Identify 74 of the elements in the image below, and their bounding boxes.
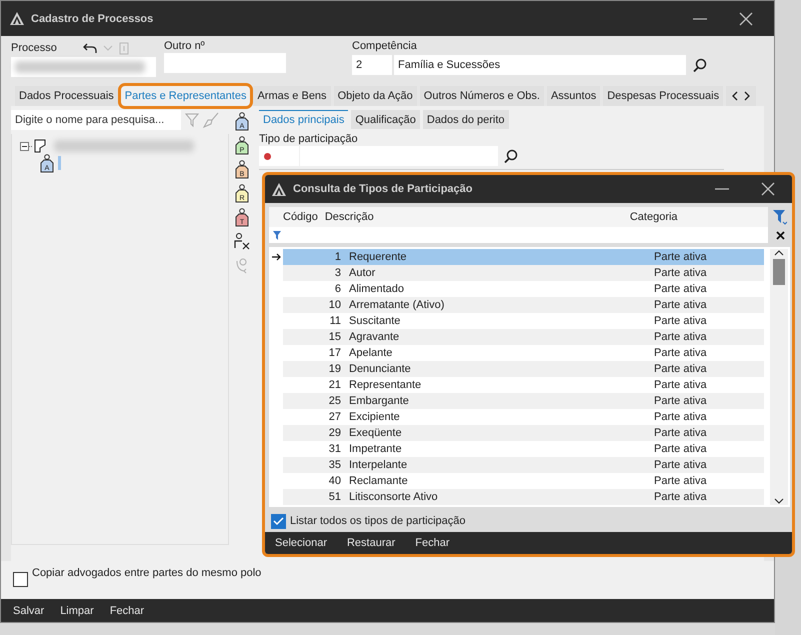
scroll-thumb[interactable] xyxy=(773,259,785,285)
other-number-field[interactable] xyxy=(164,53,286,73)
field-label: Outro nº xyxy=(164,40,206,52)
scrollbar[interactable] xyxy=(770,249,788,505)
table-row[interactable]: 27 Excipiente Parte ativa xyxy=(283,409,764,425)
footer-button[interactable]: Fechar xyxy=(409,534,456,551)
tab[interactable]: Objeto da Ação xyxy=(334,86,417,106)
folder-icon xyxy=(34,139,46,153)
field-label: Processo xyxy=(11,42,57,54)
process-number-field[interactable] xyxy=(11,57,156,77)
remove-person-icon[interactable] xyxy=(233,232,251,250)
checkbox-label: Listar todos os tipos de participação xyxy=(290,515,466,528)
footer-button[interactable]: Salvar xyxy=(7,602,50,618)
logo-icon xyxy=(9,11,25,26)
checkbox[interactable] xyxy=(271,514,286,529)
field-label: Competência xyxy=(352,40,418,52)
footer-button[interactable]: Fechar xyxy=(104,602,150,618)
code-field[interactable] xyxy=(259,146,299,166)
required-dot xyxy=(264,152,271,160)
current-row-arrow-icon xyxy=(272,253,280,261)
column-header: Descrição xyxy=(324,211,375,223)
table-row[interactable]: 11 Suscitante Parte ativa xyxy=(283,313,764,329)
checkbox[interactable] xyxy=(13,572,28,587)
search-field[interactable]: Digite o nome para pesquisa... xyxy=(11,110,181,130)
table-row[interactable]: 15 Agravante Parte ativa xyxy=(283,329,764,345)
minimize-icon xyxy=(715,188,729,190)
scroll-up-icon[interactable] xyxy=(774,249,784,257)
dialog-title: Consulta de Tipos de Participação xyxy=(293,183,474,195)
window-title: Cadastro de Processos xyxy=(31,12,154,24)
table-row[interactable]: 51 Litisconsorte Ativo Parte ativa xyxy=(283,489,764,505)
competence-field[interactable]: Família e Sucessões xyxy=(394,55,686,75)
table-row[interactable]: 6 Alimentado Parte ativa xyxy=(283,281,764,297)
checkbox-label: Copiar advogados entre partes do mesmo polo xyxy=(32,567,262,580)
tab[interactable]: Assuntos xyxy=(546,86,600,106)
footer-button[interactable]: Restaurar xyxy=(340,534,402,551)
undo-icon[interactable] xyxy=(82,42,97,54)
tab[interactable]: Dados do perito xyxy=(422,110,509,129)
table-row[interactable]: 1 Requerente Parte ativa xyxy=(283,249,764,265)
column-header: Categoria xyxy=(630,211,679,223)
table-row[interactable]: 3 Autor Parte ativa xyxy=(283,265,764,281)
minimize-icon xyxy=(693,18,707,20)
tab[interactable]: Dados Processuais xyxy=(15,86,118,106)
search-icon[interactable] xyxy=(504,149,518,163)
column-header: Código xyxy=(282,211,319,223)
table-row[interactable]: 31 Impetrante Parte ativa xyxy=(283,441,764,457)
table-row[interactable]: 29 Exeqüente Parte ativa xyxy=(283,425,764,441)
tab[interactable]: Partes e Representantes xyxy=(120,86,250,106)
tab[interactable]: Despesas Processuais xyxy=(603,86,724,106)
footer-button[interactable]: Limpar xyxy=(54,602,100,618)
close-icon xyxy=(760,181,776,197)
close-icon xyxy=(738,10,754,26)
code-field[interactable]: 2 xyxy=(352,55,392,75)
table-row[interactable]: 19 Denunciante Parte ativa xyxy=(283,361,764,377)
table-row[interactable]: 17 Apelante Parte ativa xyxy=(283,345,764,361)
table-row[interactable]: 35 Interpelante Parte ativa xyxy=(283,457,764,473)
tab[interactable]: Armas e Bens xyxy=(253,86,331,106)
table-row[interactable]: 10 Arrematante (Ativo) Parte ativa xyxy=(283,297,764,313)
chevron-left-icon[interactable] xyxy=(732,91,738,101)
collapse-icon[interactable] xyxy=(20,142,32,150)
tab[interactable]: Outros Números e Obs. xyxy=(420,86,544,106)
table-row[interactable]: 21 Representante Parte ativa xyxy=(283,377,764,393)
tab[interactable]: Qualificação xyxy=(351,110,420,129)
filter-icon[interactable] xyxy=(773,209,787,225)
field-label: Tipo de participação xyxy=(259,133,359,145)
table-row[interactable]: 40 Reclamante Parte ativa xyxy=(283,473,764,489)
chevron-right-icon[interactable] xyxy=(744,91,750,101)
footer-button[interactable]: Selecionar xyxy=(269,534,333,551)
check-icon xyxy=(273,516,284,526)
logo-icon xyxy=(271,182,287,196)
filter-icon xyxy=(273,230,281,240)
search-icon xyxy=(693,58,707,72)
table-row[interactable]: 25 Embargante Parte ativa xyxy=(283,393,764,409)
scroll-down-icon[interactable] xyxy=(774,497,784,505)
clear-icon[interactable] xyxy=(776,231,784,240)
